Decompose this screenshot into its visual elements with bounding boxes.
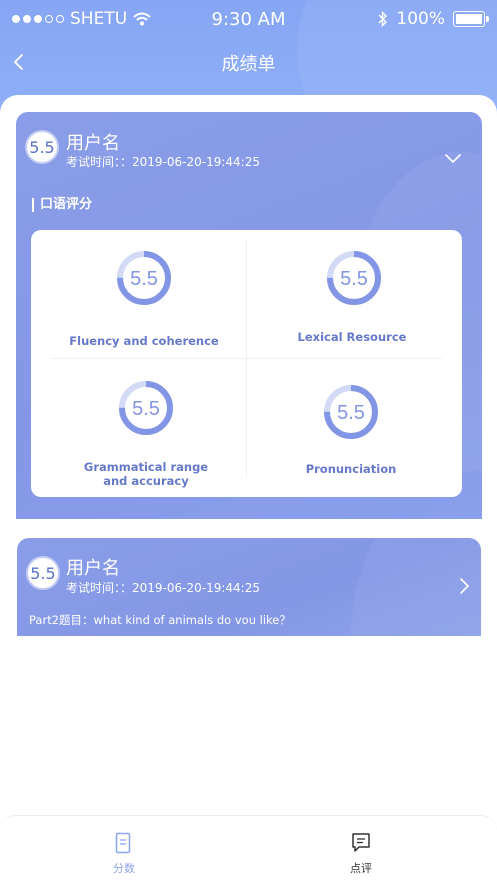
score-ring: 5.5 [324,385,378,439]
speaking-scores-panel: 5.5 Fluency and coherence 5.5 Lexical Re… [31,230,462,497]
bottom-tab-bar: 分数 点评 [0,815,497,884]
chevron-right-icon[interactable] [457,576,471,596]
status-right: 100% [378,9,489,29]
question-text: Part2题目：what kind of animals do vou like… [29,613,291,627]
score-ring: 5.5 [119,381,173,435]
overall-score-badge: 5.5 [27,132,57,162]
chevron-down-icon[interactable] [444,152,462,166]
score-ring: 5.5 [117,251,171,305]
score-ring: 5.5 [327,251,381,305]
metric-label: Pronunciation [305,462,397,476]
page-title: 成绩单 [221,54,276,75]
battery-percent: 100% [396,9,445,29]
metric-score: 5.5 [340,268,368,290]
metric-label: Fluency and coherence [69,334,219,348]
exam-time: 考试时间：：2019-06-20-19:44:25 [66,155,260,169]
bluetooth-icon [378,11,388,27]
comment-icon [352,833,370,852]
user-name: 用户名 [66,133,120,154]
metric-label: Grammatical range and accuracy [83,460,209,488]
battery-icon [453,11,489,27]
section-title: 口语评分 [32,198,92,212]
exam-time: 考试时间：：2019-06-20-19:44:25 [66,581,260,595]
tab-label: 点评 [350,862,372,875]
tab-score[interactable]: 分数 [0,816,248,884]
tab-label: 分数 [113,862,135,875]
user-name: 用户名 [66,558,120,579]
document-icon [115,832,131,854]
overall-score-badge: 5.5 [28,558,58,588]
tab-review[interactable]: 点评 [237,816,485,884]
metric-score: 5.5 [130,268,158,290]
metric-score: 5.5 [337,402,365,424]
grid-divider-horizontal [51,358,442,359]
status-bar: SHETU 9:30 AM 100% [0,0,497,38]
score-record-card-expanded[interactable]: 5.5 用户名 考试时间：：2019-06-20-19:44:25 口语评分 5… [16,112,482,519]
nav-bar: 成绩单 [0,40,497,84]
score-record-card[interactable]: 5.5 用户名 考试时间：：2019-06-20-19:44:25 Part2题… [17,538,481,636]
grid-divider-vertical [246,240,247,478]
metric-label: Lexical Resource [297,330,407,344]
metric-score: 5.5 [132,398,160,420]
